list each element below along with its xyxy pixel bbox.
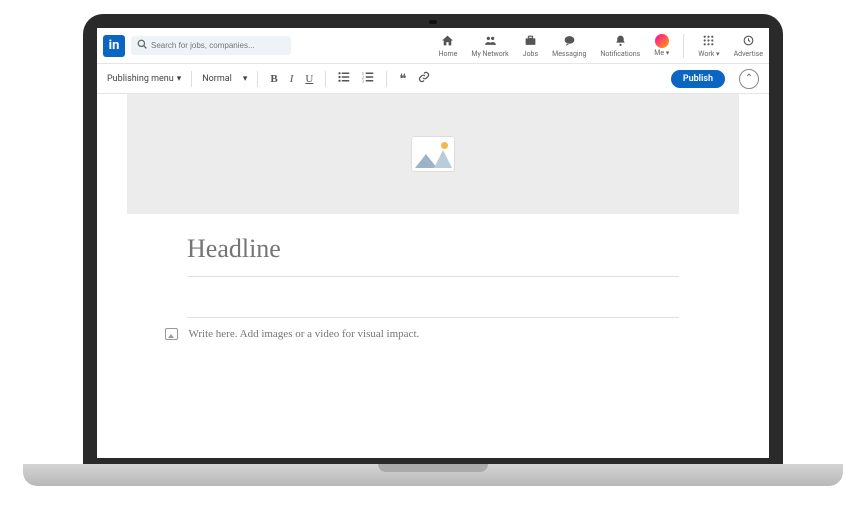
publishing-menu-label: Publishing menu — [107, 74, 174, 84]
toolbar-separator — [191, 71, 192, 87]
nav-jobs[interactable]: Jobs — [523, 34, 538, 58]
nav-notifications[interactable]: Notifications — [600, 34, 640, 58]
toolbar-separator — [257, 71, 258, 87]
search-box[interactable] — [131, 36, 291, 55]
bell-icon — [614, 34, 627, 49]
grid-icon — [702, 34, 715, 49]
publish-button[interactable]: Publish — [671, 70, 725, 88]
chevron-up-icon: ⌃ — [745, 73, 753, 84]
nav-network[interactable]: My Network — [471, 34, 508, 58]
publishing-menu-dropdown[interactable]: Publishing menu ▾ — [107, 74, 181, 84]
nav-label: Jobs — [523, 50, 538, 58]
cover-image-placeholder[interactable] — [127, 94, 739, 214]
chevron-down-icon: ▾ — [177, 74, 182, 84]
editor-toolbar: Publishing menu ▾ Normal ▾ B I U 123 — [97, 64, 769, 94]
laptop-camera — [429, 20, 437, 24]
insert-media-button[interactable] — [165, 328, 178, 340]
image-icon — [411, 136, 455, 172]
laptop-base — [23, 464, 843, 486]
network-icon — [484, 34, 497, 49]
svg-text:3: 3 — [362, 79, 364, 83]
bold-button[interactable]: B — [268, 73, 279, 85]
nav-label: Home — [439, 50, 458, 58]
search-input[interactable] — [151, 41, 285, 50]
briefcase-icon — [524, 34, 537, 49]
nav-advertise[interactable]: Advertise — [734, 34, 763, 58]
bullet-list-button[interactable] — [336, 71, 352, 86]
advertise-icon — [742, 34, 755, 49]
linkedin-logo[interactable]: in — [103, 35, 125, 57]
numbered-list-button[interactable]: 123 — [360, 71, 376, 86]
nav-messaging[interactable]: Messaging — [552, 34, 586, 58]
divider — [187, 317, 679, 318]
home-icon — [441, 34, 454, 49]
top-nav: in Home — [97, 28, 769, 64]
style-label: Normal — [202, 74, 232, 84]
style-dropdown[interactable]: Normal ▾ — [202, 74, 247, 84]
toolbar-separator — [325, 71, 326, 87]
expand-button[interactable]: ⌃ — [739, 69, 759, 89]
nav-label: Me ▾ — [654, 49, 669, 57]
divider — [187, 276, 679, 277]
nav-home[interactable]: Home — [439, 34, 458, 58]
editor-area — [97, 94, 769, 340]
chevron-down-icon: ▾ — [243, 74, 248, 84]
nav-work[interactable]: Work ▾ — [698, 34, 719, 58]
nav-separator — [683, 34, 684, 58]
italic-button[interactable]: I — [288, 73, 296, 85]
nav-label: Messaging — [552, 50, 586, 58]
nav-label: Advertise — [734, 50, 763, 58]
messaging-icon — [563, 34, 576, 49]
app-window: in Home — [97, 28, 769, 458]
nav-label: Work ▾ — [698, 50, 719, 58]
underline-button[interactable]: U — [303, 73, 315, 85]
nav-label: My Network — [471, 50, 508, 58]
toolbar-separator — [386, 71, 387, 87]
link-button[interactable] — [416, 71, 432, 86]
avatar — [655, 34, 669, 48]
body-input[interactable] — [188, 328, 679, 340]
quote-button[interactable]: ❝ — [397, 71, 408, 87]
headline-input[interactable] — [187, 234, 679, 270]
nav-label: Notifications — [600, 50, 640, 58]
nav-me[interactable]: Me ▾ — [654, 34, 669, 57]
search-icon — [137, 39, 147, 52]
